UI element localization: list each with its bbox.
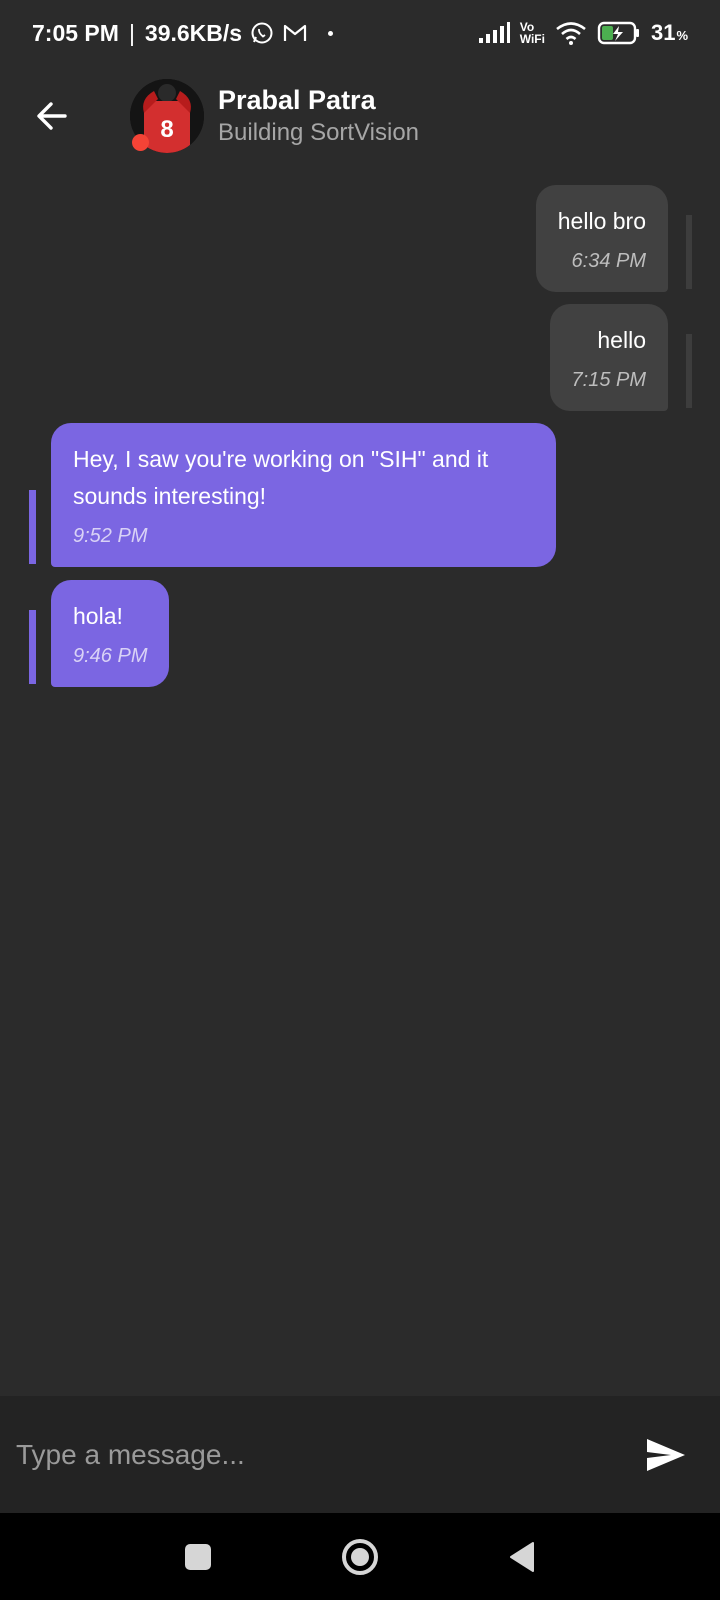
contact-name: Prabal Patra [218, 85, 376, 115]
message-time: 6:34 PM [571, 250, 646, 272]
message-sent[interactable]: hello bro 6:34 PM [535, 185, 668, 292]
avatar[interactable]: 8 [130, 79, 204, 153]
message-input[interactable] [16, 1438, 634, 1471]
vowifi-label: Vo WiFi [520, 21, 545, 45]
online-status-dot [132, 134, 149, 151]
gmail-icon [282, 22, 308, 44]
triangle-back-icon [510, 1541, 534, 1572]
message-time: 9:46 PM [73, 645, 148, 667]
status-bar-right: Vo WiFi 31 % [478, 20, 688, 46]
battery-value: 31 [650, 20, 676, 45]
network-speed: 39.6KB/s [144, 19, 243, 46]
status-time: 7:05 PM [32, 19, 119, 46]
message-bubble[interactable]: Hey, I saw you're working on "SIH" and i… [51, 423, 556, 567]
signal-icon [478, 22, 510, 44]
message-text: Hey, I saw you're working on "SIH" and i… [73, 446, 489, 509]
header-text[interactable]: Prabal Patra Building SortVision [218, 83, 419, 149]
back-button[interactable] [20, 84, 84, 148]
arrow-left-icon [37, 102, 67, 130]
message-received[interactable]: Hey, I saw you're working on "SIH" and i… [51, 423, 556, 567]
chat-header: 8 Prabal Patra Building SortVision [0, 66, 720, 166]
message-bubble[interactable]: hello 7:15 PM [549, 304, 668, 411]
composer-bar [0, 1396, 720, 1513]
circle-icon [342, 1538, 378, 1575]
message-accent-bar [29, 490, 36, 564]
send-icon [647, 1438, 685, 1471]
system-nav-bar [0, 1513, 720, 1600]
notification-dot-icon [328, 30, 334, 36]
message-time: 9:52 PM [73, 525, 148, 547]
message-accent-bar [29, 610, 36, 684]
vowifi-wifi: WiFi [519, 32, 545, 46]
message-bubble[interactable]: hello bro 6:34 PM [535, 185, 668, 292]
status-bar: 7:05 PM | 39.6KB/s Vo WiFi 31 % [0, 0, 720, 66]
message-accent-bar [686, 215, 692, 289]
battery-charging-icon [597, 21, 641, 45]
back-nav-button[interactable] [500, 1535, 544, 1579]
svg-text:8: 8 [160, 116, 173, 143]
battery-percent: 31 % [651, 20, 688, 46]
message-sent[interactable]: hello 7:15 PM [549, 304, 668, 411]
status-bar-left: 7:05 PM | 39.6KB/s [32, 19, 334, 47]
message-time: 7:15 PM [571, 369, 646, 391]
whatsapp-icon [250, 21, 274, 45]
message-text: hola! [73, 603, 123, 629]
home-button[interactable] [338, 1535, 382, 1579]
recents-button[interactable] [176, 1535, 220, 1579]
status-separator: | [128, 19, 135, 46]
message-text: hello bro [557, 208, 646, 234]
message-received[interactable]: hola! 9:46 PM [51, 580, 170, 687]
message-text: hello [597, 327, 646, 353]
battery-unit: % [676, 28, 688, 43]
wifi-icon [555, 21, 587, 45]
square-icon [185, 1543, 211, 1570]
message-bubble[interactable]: hola! 9:46 PM [51, 580, 170, 687]
send-button[interactable] [634, 1423, 698, 1487]
contact-status: Building SortVision [218, 119, 420, 146]
message-accent-bar [686, 334, 692, 408]
